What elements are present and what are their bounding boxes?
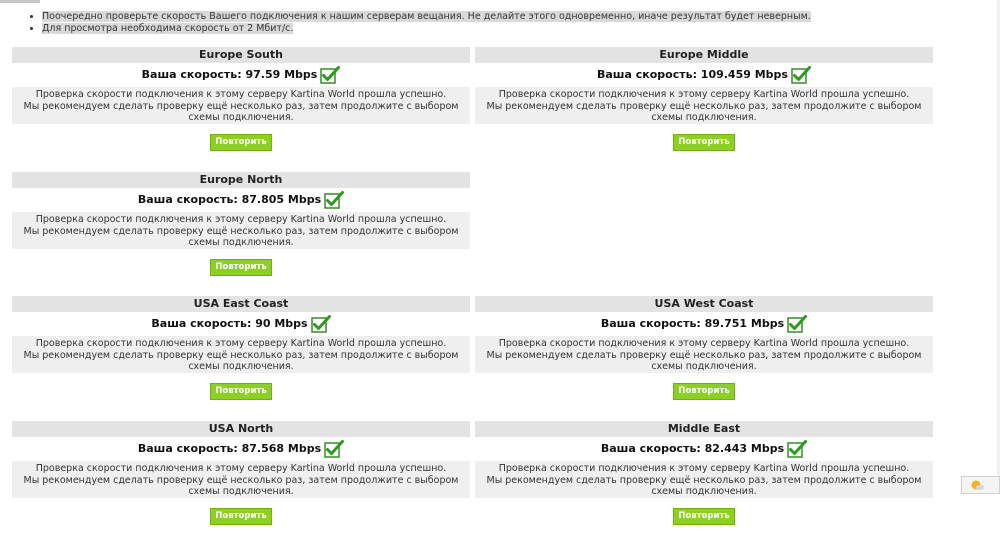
server-name: Middle East	[475, 421, 933, 437]
message-line-2: Мы рекомендуем сделать проверку ещё неск…	[23, 100, 459, 124]
result-message: Проверка скорости подключения к этому се…	[475, 461, 933, 498]
server-name: Europe South	[12, 47, 470, 63]
speed-text: Ваша скорость: 97.59 Mbps	[141, 68, 318, 81]
speed-result: Ваша скорость: 109.459 Mbps	[475, 63, 933, 87]
button-row: Повторить	[475, 498, 933, 534]
weather-icon	[971, 480, 984, 490]
message-line-1: Проверка скорости подключения к этому се…	[35, 214, 447, 225]
server-card: Europe South Ваша скорость: 97.59 Mbps П…	[12, 47, 470, 160]
button-row: Повторить	[475, 124, 933, 160]
check-icon	[310, 315, 331, 333]
check-icon	[324, 440, 345, 458]
message-line-2: Мы рекомендуем сделать проверку ещё неск…	[486, 349, 922, 373]
result-message: Проверка скорости подключения к этому се…	[12, 336, 470, 373]
result-message: Проверка скорости подключения к этому се…	[475, 336, 933, 373]
corner-widget[interactable]	[961, 476, 1000, 494]
speed-result: Ваша скорость: 90 Mbps	[12, 312, 470, 336]
retry-button[interactable]: Повторить	[673, 507, 735, 525]
top-strip	[0, 0, 40, 3]
result-message: Проверка скорости подключения к этому се…	[12, 87, 470, 124]
message-line-2: Мы рекомендуем сделать проверку ещё неск…	[486, 100, 922, 124]
message-line-2: Мы рекомендуем сделать проверку ещё неск…	[23, 349, 459, 373]
notes-list: Поочередно проверьте скорость Вашего под…	[26, 11, 811, 35]
message-line-1: Проверка скорости подключения к этому се…	[498, 338, 910, 349]
server-name: USA North	[12, 421, 470, 437]
result-message: Проверка скорости подключения к этому се…	[12, 461, 470, 498]
check-icon	[787, 315, 808, 333]
server-card: Middle East Ваша скорость: 82.443 Mbps П…	[475, 421, 933, 534]
retry-button[interactable]: Повторить	[210, 258, 272, 276]
server-card: USA East Coast Ваша скорость: 90 Mbps Пр…	[12, 296, 470, 409]
button-row: Повторить	[12, 498, 470, 534]
retry-button[interactable]: Повторить	[210, 382, 272, 400]
button-row: Повторить	[12, 249, 470, 285]
button-row: Повторить	[12, 124, 470, 160]
result-message: Проверка скорости подключения к этому се…	[475, 87, 933, 124]
speed-result: Ваша скорость: 89.751 Mbps	[475, 312, 933, 336]
message-line-1: Проверка скорости подключения к этому се…	[35, 463, 447, 474]
server-card: Europe North Ваша скорость: 87.805 Mbps …	[12, 172, 470, 285]
speed-result: Ваша скорость: 87.805 Mbps	[12, 188, 470, 212]
check-icon	[320, 66, 341, 84]
speed-text: Ваша скорость: 109.459 Mbps	[597, 68, 788, 81]
result-message: Проверка скорости подключения к этому се…	[12, 212, 470, 249]
message-line-2: Мы рекомендуем сделать проверку ещё неск…	[23, 225, 459, 249]
server-name: Europe North	[12, 172, 470, 188]
message-line-2: Мы рекомендуем сделать проверку ещё неск…	[486, 474, 922, 498]
check-icon	[791, 66, 811, 84]
retry-button[interactable]: Повторить	[210, 507, 272, 525]
speed-text: Ваша скорость: 90 Mbps	[151, 317, 308, 330]
message-line-1: Проверка скорости подключения к этому се…	[498, 463, 910, 474]
message-line-1: Проверка скорости подключения к этому се…	[35, 338, 447, 349]
speed-text: Ваша скорость: 87.568 Mbps	[137, 442, 322, 455]
message-line-1: Проверка скорости подключения к этому се…	[498, 89, 910, 100]
server-name: Europe Middle	[475, 47, 933, 63]
speed-result: Ваша скорость: 87.568 Mbps	[12, 437, 470, 461]
retry-button[interactable]: Повторить	[673, 133, 735, 151]
speed-text: Ваша скорость: 82.443 Mbps	[600, 442, 785, 455]
speed-result: Ваша скорость: 97.59 Mbps	[12, 63, 470, 87]
server-card: USA North Ваша скорость: 87.568 Mbps Про…	[12, 421, 470, 534]
speed-text: Ваша скорость: 89.751 Mbps	[600, 317, 785, 330]
note-item: Для просмотра необходима скорость от 2 М…	[42, 23, 811, 35]
speed-result: Ваша скорость: 82.443 Mbps	[475, 437, 933, 461]
retry-button[interactable]: Повторить	[210, 133, 272, 151]
server-name: USA East Coast	[12, 296, 470, 312]
message-line-2: Мы рекомендуем сделать проверку ещё неск…	[23, 474, 459, 498]
check-icon	[787, 440, 808, 458]
message-line-1: Проверка скорости подключения к этому се…	[35, 89, 447, 100]
check-icon	[324, 191, 345, 209]
server-card: USA West Coast Ваша скорость: 89.751 Mbp…	[475, 296, 933, 409]
retry-button[interactable]: Повторить	[673, 382, 735, 400]
server-name: USA West Coast	[475, 296, 933, 312]
button-row: Повторить	[475, 373, 933, 409]
button-row: Повторить	[12, 373, 470, 409]
server-card: Europe Middle Ваша скорость: 109.459 Mbp…	[475, 47, 933, 160]
note-item: Поочередно проверьте скорость Вашего под…	[42, 11, 811, 23]
speed-text: Ваша скорость: 87.805 Mbps	[137, 193, 322, 206]
